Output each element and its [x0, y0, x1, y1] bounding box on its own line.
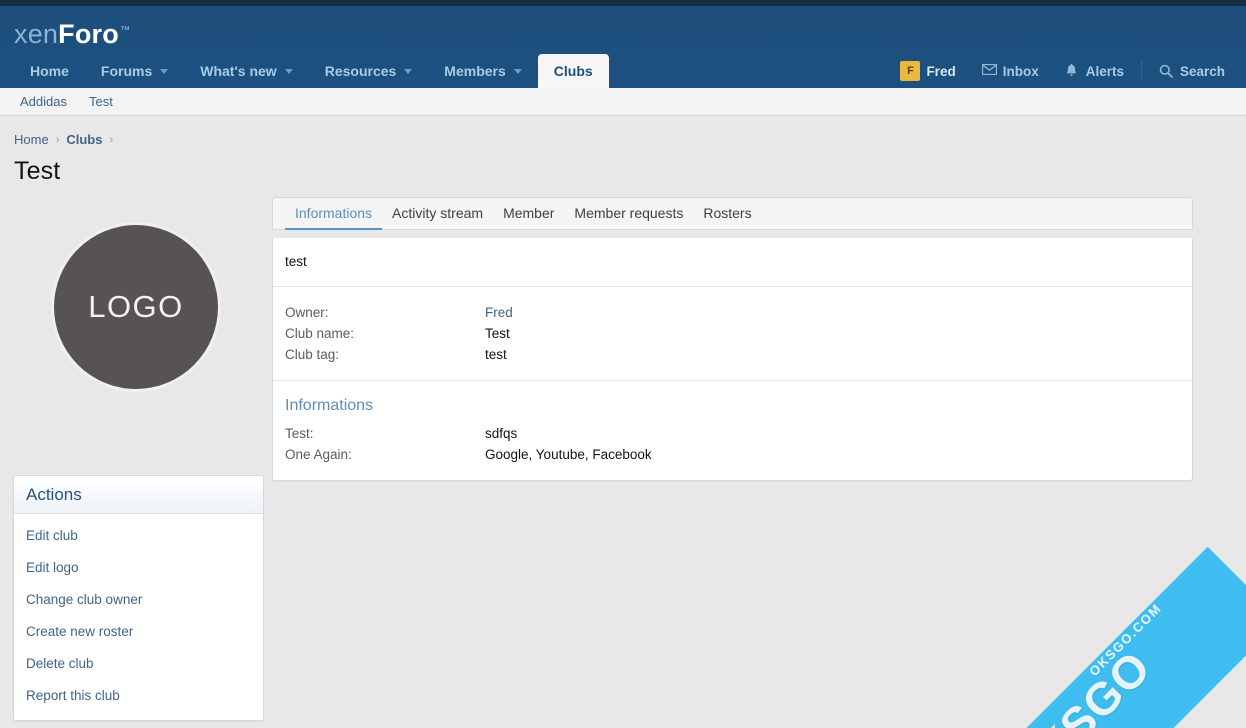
action-report-this-club[interactable]: Report this club [14, 680, 263, 712]
detail-value-club-tag: test [485, 347, 507, 362]
alerts-button[interactable]: Alerts [1052, 55, 1137, 87]
detail-value-owner[interactable]: Fred [485, 302, 513, 323]
action-edit-logo[interactable]: Edit logo [14, 552, 263, 584]
custom-field-label: One Again: [285, 447, 352, 462]
tab-informations[interactable]: Informations [285, 198, 383, 230]
nav-label: What's new [200, 63, 277, 79]
page-right-gutter [1193, 117, 1246, 728]
nav-label: Forums [100, 63, 153, 79]
alerts-label: Alerts [1085, 63, 1124, 79]
nav-item-resources[interactable]: Resources [309, 54, 429, 88]
breadcrumb: Home › Clubs › [14, 132, 113, 147]
custom-field-label: Test: [285, 426, 314, 441]
breadcrumb-item-clubs[interactable]: Clubs [66, 132, 102, 147]
club-description-block: test [273, 238, 1192, 286]
nav-divider [1140, 60, 1142, 82]
breadcrumb-separator: › [109, 133, 114, 146]
logo-text-prefix: xen [14, 19, 59, 49]
chevron-down-icon [513, 68, 522, 74]
visitor-menu-button[interactable]: F Fred [887, 55, 968, 87]
actions-panel-heading: Actions [14, 476, 263, 514]
detail-label: Club tag: [285, 347, 340, 362]
club-main-content: Informations Activity stream Member Memb… [272, 197, 1193, 481]
club-sidebar: LOGO [0, 225, 272, 389]
secondary-navigation: Addidas Test [0, 88, 1246, 116]
action-edit-club[interactable]: Edit club [14, 520, 263, 552]
visitor-navigation: F Fred Inbox Alerts Search [887, 55, 1238, 87]
action-create-new-roster[interactable]: Create new roster [14, 616, 263, 648]
detail-row-club-name: Club name: Test [285, 323, 1180, 344]
panel-gap [272, 230, 1193, 238]
action-change-club-owner[interactable]: Change club owner [14, 584, 263, 616]
site-header: xenForo™ Home Forums What's new Resource… [0, 6, 1246, 88]
site-logo[interactable]: xenForo™ [14, 14, 130, 51]
action-delete-club[interactable]: Delete club [14, 648, 263, 680]
custom-field-value: sdfqs [485, 426, 518, 441]
subnav-item-addidas[interactable]: Addidas [14, 94, 73, 109]
nav-item-home[interactable]: Home [14, 54, 85, 88]
avatar: F [900, 61, 921, 81]
chevron-down-icon [404, 68, 413, 74]
subnav-item-test[interactable]: Test [83, 94, 119, 109]
actions-list: Edit club Edit logo Change club owner Cr… [14, 514, 263, 720]
page-body: Home › Clubs › Test LOGO Actions Edit cl… [0, 117, 1193, 728]
primary-navigation: Home Forums What's new Resources Members… [14, 54, 609, 88]
custom-field-row-test: Test: sdfqs [285, 423, 1180, 444]
custom-field-value: Google, Youtube, Facebook [485, 447, 652, 462]
custom-fields-heading: Informations [285, 397, 374, 414]
nav-label: Clubs [553, 63, 593, 79]
trademark-symbol: ™ [119, 25, 131, 36]
detail-row-owner: Owner: Fred [285, 302, 1180, 323]
club-info-panel: test Owner: Fred Club name: Test Club ta… [272, 238, 1193, 481]
custom-field-row-one-again: One Again: Google, Youtube, Facebook [285, 444, 1180, 465]
search-label: Search [1179, 63, 1225, 79]
tab-member-requests[interactable]: Member requests [564, 198, 693, 230]
nav-item-forums[interactable]: Forums [85, 54, 184, 88]
inbox-label: Inbox [1002, 63, 1039, 79]
tab-activity-stream[interactable]: Activity stream [382, 198, 493, 230]
detail-label: Owner: [285, 305, 329, 320]
breadcrumb-separator: › [55, 133, 60, 146]
inbox-button[interactable]: Inbox [969, 55, 1052, 87]
nav-label: Home [30, 63, 69, 79]
tab-member[interactable]: Member [493, 198, 564, 230]
search-button[interactable]: Search [1146, 55, 1238, 87]
page-title: Test [14, 157, 61, 185]
nav-item-whats-new[interactable]: What's new [184, 54, 308, 88]
club-custom-fields-block: Informations Test: sdfqs One Again: Goog… [273, 380, 1192, 480]
club-description: test [285, 254, 307, 269]
club-logo: LOGO [54, 225, 218, 389]
nav-item-members[interactable]: Members [428, 54, 537, 88]
visitor-username: Fred [926, 63, 956, 79]
magnifier-icon [1159, 64, 1174, 78]
envelope-icon [981, 64, 997, 78]
bell-icon [1065, 64, 1080, 78]
detail-row-club-tag: Club tag: test [285, 344, 1180, 365]
nav-label: Resources [324, 63, 397, 79]
chevron-down-icon [284, 68, 293, 74]
breadcrumb-item-home[interactable]: Home [14, 132, 49, 147]
club-tab-bar: Informations Activity stream Member Memb… [272, 197, 1193, 230]
nav-item-clubs[interactable]: Clubs [537, 54, 609, 88]
club-logo-text: LOGO [88, 289, 184, 324]
nav-label: Members [444, 63, 506, 79]
app-window: xenForo™ Home Forums What's new Resource… [0, 0, 1246, 728]
detail-label: Club name: [285, 326, 355, 341]
actions-panel: Actions Edit club Edit logo Change club … [13, 475, 264, 721]
logo-text-suffix: Foro [58, 19, 119, 49]
chevron-down-icon [160, 68, 169, 74]
detail-value-club-name: Test [485, 326, 510, 341]
tab-rosters[interactable]: Rosters [693, 198, 761, 230]
club-details-block: Owner: Fred Club name: Test Club tag: te… [273, 286, 1192, 380]
